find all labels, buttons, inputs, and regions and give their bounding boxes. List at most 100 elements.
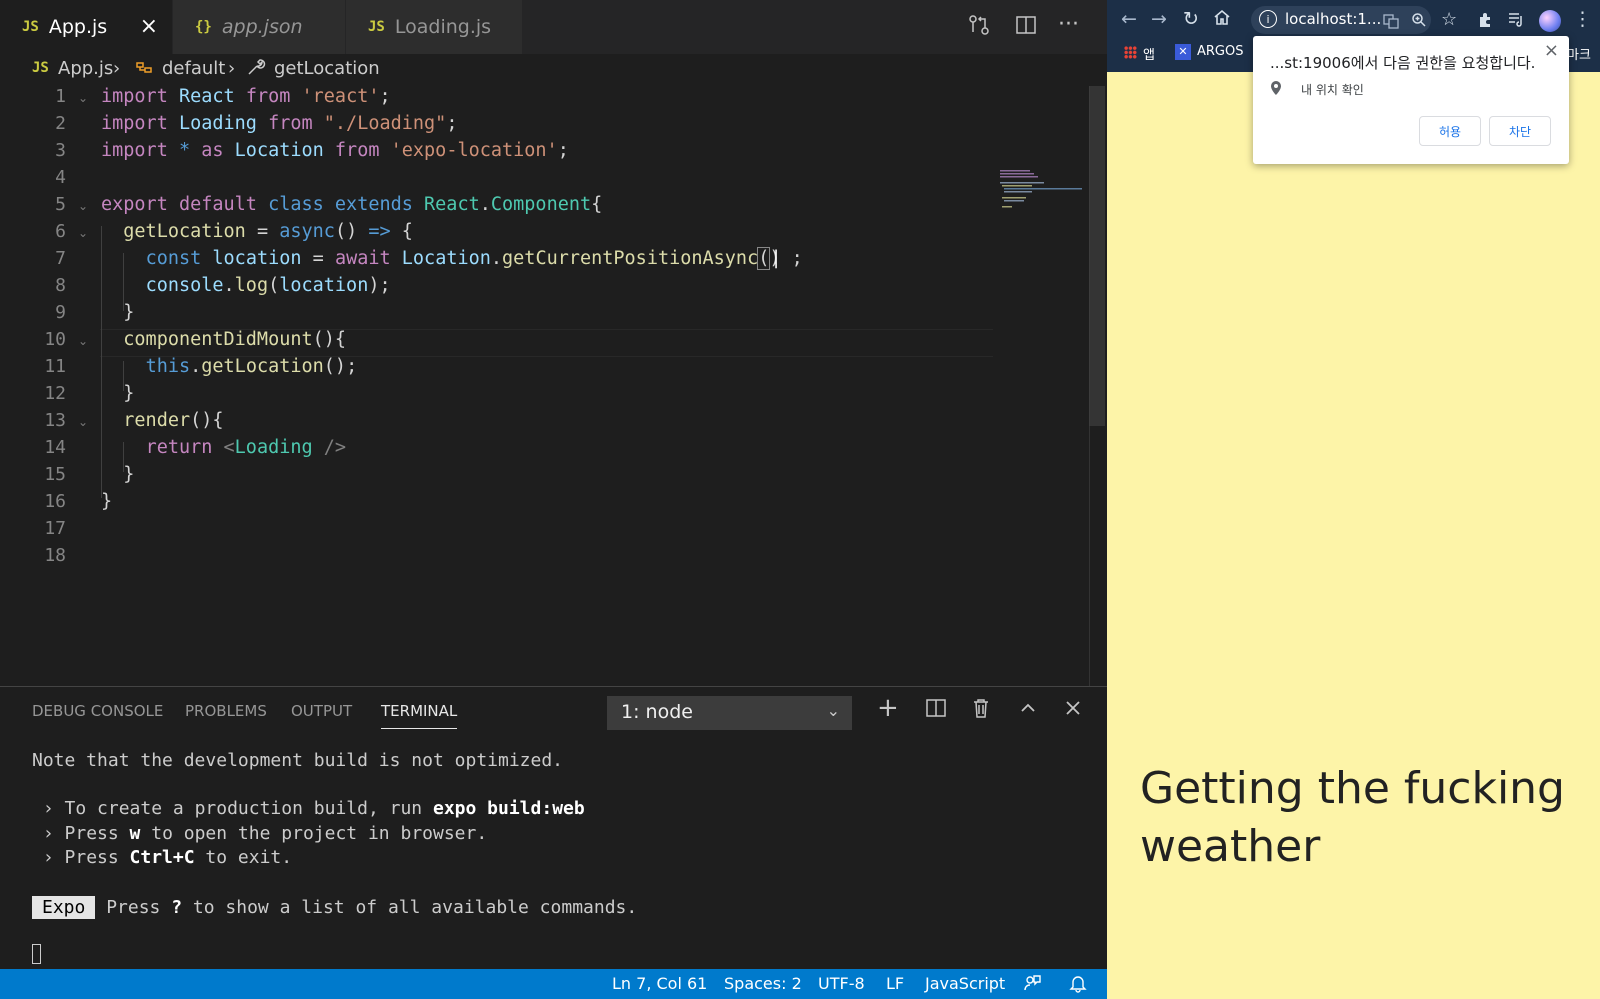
cursor-position[interactable]: Ln 7, Col 61 bbox=[612, 974, 707, 993]
tab-terminal[interactable]: TERMINAL bbox=[381, 702, 458, 729]
encoding[interactable]: UTF-8 bbox=[818, 974, 865, 993]
close-tab-icon[interactable]: × bbox=[140, 14, 158, 39]
bookmark-apps[interactable]: 앱 bbox=[1143, 44, 1155, 63]
breadcrumb-default[interactable]: default bbox=[162, 58, 225, 79]
split-editor-icon[interactable] bbox=[1015, 14, 1037, 42]
translate-icon[interactable] bbox=[1383, 12, 1399, 34]
allow-button[interactable]: 허용 bbox=[1419, 116, 1481, 146]
home-icon[interactable] bbox=[1213, 8, 1231, 31]
new-terminal-icon[interactable]: + bbox=[877, 693, 899, 723]
terminal-selector[interactable]: 1: node ⌄ bbox=[607, 696, 852, 730]
back-icon[interactable]: ← bbox=[1121, 8, 1137, 30]
tab-problems[interactable]: PROBLEMS bbox=[185, 702, 267, 720]
json-file-icon: {} bbox=[195, 19, 212, 35]
open-changes-icon[interactable] bbox=[968, 14, 990, 42]
feedback-icon[interactable] bbox=[1022, 973, 1042, 997]
code-line: } bbox=[101, 302, 135, 323]
code-line: } bbox=[101, 464, 135, 485]
line-number: 6 bbox=[55, 221, 66, 242]
line-number: 11 bbox=[44, 356, 66, 377]
tab-label: Loading.js bbox=[394, 16, 492, 38]
terminal-selector-value: 1: node bbox=[621, 701, 693, 723]
vscode-window: JS App.js × {} app.json JS Loading.js ··… bbox=[0, 0, 1107, 999]
tab-app-json[interactable]: {} app.json bbox=[173, 0, 345, 54]
line-number: 18 bbox=[44, 545, 66, 566]
fold-chevron-icon[interactable]: ⌄ bbox=[78, 199, 88, 213]
terminal-line: › Press Ctrl+C to exit. bbox=[42, 847, 293, 868]
zoom-icon[interactable] bbox=[1411, 11, 1427, 33]
chrome-menu-icon[interactable]: ⋮ bbox=[1573, 8, 1592, 30]
fold-chevron-icon[interactable]: ⌄ bbox=[78, 226, 88, 240]
terminal-line: › Press w to open the project in browser… bbox=[42, 823, 488, 844]
fold-chevron-icon[interactable]: ⌄ bbox=[78, 91, 88, 105]
line-number: 12 bbox=[44, 383, 66, 404]
code-line: import Loading from "./Loading"; bbox=[101, 113, 458, 134]
tab-app-js[interactable]: JS App.js × bbox=[0, 0, 172, 54]
tab-debug-console[interactable]: DEBUG CONSOLE bbox=[32, 702, 163, 720]
end-of-line[interactable]: LF bbox=[886, 974, 904, 993]
line-number: 9 bbox=[55, 302, 66, 323]
breadcrumb: JS App.js › default › getLocation bbox=[0, 54, 1107, 86]
code-editor[interactable]: 1 2 3 4 5 6 7 8 9 10 11 12 13 14 15 16 1… bbox=[0, 86, 1090, 686]
permission-dialog: ...st:19006에서 다음 권한을 요청합니다. × 내 위치 확인 허용… bbox=[1253, 36, 1569, 164]
line-number: 13 bbox=[44, 410, 66, 431]
line-number: 2 bbox=[55, 113, 66, 134]
breadcrumb-file[interactable]: App.js bbox=[58, 58, 113, 79]
code-line: } bbox=[101, 383, 135, 404]
indentation[interactable]: Spaces: 2 bbox=[724, 974, 802, 993]
tab-output[interactable]: OUTPUT bbox=[291, 702, 352, 720]
code-line: componentDidMount(){ bbox=[123, 329, 347, 350]
reading-list-icon[interactable] bbox=[1507, 10, 1525, 32]
breadcrumb-separator: › bbox=[113, 58, 121, 79]
terminal-line: › To create a production build, run expo… bbox=[42, 798, 585, 819]
tab-loading-js[interactable]: JS Loading.js bbox=[346, 0, 522, 54]
editor-tab-bar: JS App.js × {} app.json JS Loading.js ··… bbox=[0, 0, 1107, 54]
line-number: 7 bbox=[55, 248, 66, 269]
bookmark-more[interactable]: 마크 bbox=[1567, 44, 1591, 63]
fold-chevron-icon[interactable]: ⌄ bbox=[78, 415, 88, 429]
code-line: getLocation = async() => { bbox=[123, 221, 413, 242]
tab-label: app.json bbox=[221, 16, 303, 38]
tab-label: App.js bbox=[48, 16, 108, 38]
status-bar: Ln 7, Col 61 Spaces: 2 UTF-8 LF JavaScri… bbox=[0, 969, 1107, 999]
bell-icon[interactable] bbox=[1068, 973, 1088, 997]
forward-icon[interactable]: → bbox=[1151, 8, 1167, 30]
address-url: localhost:1... bbox=[1285, 10, 1382, 28]
close-icon[interactable]: × bbox=[1544, 40, 1559, 61]
editor-scrollbar[interactable] bbox=[1089, 86, 1105, 426]
reload-icon[interactable]: ↻ bbox=[1183, 8, 1199, 30]
trash-icon[interactable] bbox=[970, 697, 992, 725]
permission-title: ...st:19006에서 다음 권한을 요청합니다. bbox=[1270, 54, 1536, 72]
code-line: import * as Location from 'expo-location… bbox=[101, 140, 569, 161]
js-file-icon: JS bbox=[32, 60, 49, 76]
language-mode[interactable]: JavaScript bbox=[925, 974, 1005, 993]
info-icon[interactable]: i bbox=[1259, 10, 1277, 28]
close-panel-icon[interactable] bbox=[1062, 697, 1084, 725]
code-line: this.getLocation(); bbox=[145, 356, 358, 377]
class-symbol-icon bbox=[134, 57, 154, 82]
line-number: 3 bbox=[55, 140, 66, 161]
star-icon[interactable]: ☆ bbox=[1441, 9, 1457, 30]
code-line: render(){ bbox=[123, 410, 224, 431]
maximize-panel-icon[interactable] bbox=[1017, 697, 1039, 725]
bookmark-argos[interactable]: ARGOS bbox=[1197, 44, 1243, 59]
apps-grid-icon[interactable] bbox=[1124, 46, 1137, 59]
fold-chevron-icon[interactable]: ⌄ bbox=[78, 334, 88, 348]
terminal-cursor bbox=[32, 944, 41, 964]
split-terminal-icon[interactable] bbox=[925, 697, 947, 725]
more-actions-icon[interactable]: ··· bbox=[1058, 12, 1079, 37]
permission-item: 내 위치 확인 bbox=[1301, 83, 1364, 97]
line-number: 10 bbox=[44, 329, 66, 350]
minimap[interactable] bbox=[1000, 168, 1090, 208]
terminal-line: Note that the development build is not o… bbox=[32, 750, 564, 771]
wrench-icon bbox=[246, 57, 266, 82]
code-line: const location = await Location.getCurre… bbox=[145, 247, 803, 270]
extensions-icon[interactable] bbox=[1477, 11, 1493, 33]
profile-avatar[interactable] bbox=[1539, 10, 1561, 32]
page-heading: Getting the fucking weather bbox=[1140, 763, 1565, 872]
block-button[interactable]: 차단 bbox=[1489, 116, 1551, 146]
browser-window: ← → ↻ i localhost:1... ☆ ⋮ 앱 ✕ ARGOS 마크 bbox=[1107, 0, 1600, 999]
line-number: 5 bbox=[55, 194, 66, 215]
breadcrumb-getlocation[interactable]: getLocation bbox=[274, 58, 380, 79]
address-bar[interactable]: i localhost:1... bbox=[1251, 6, 1431, 34]
